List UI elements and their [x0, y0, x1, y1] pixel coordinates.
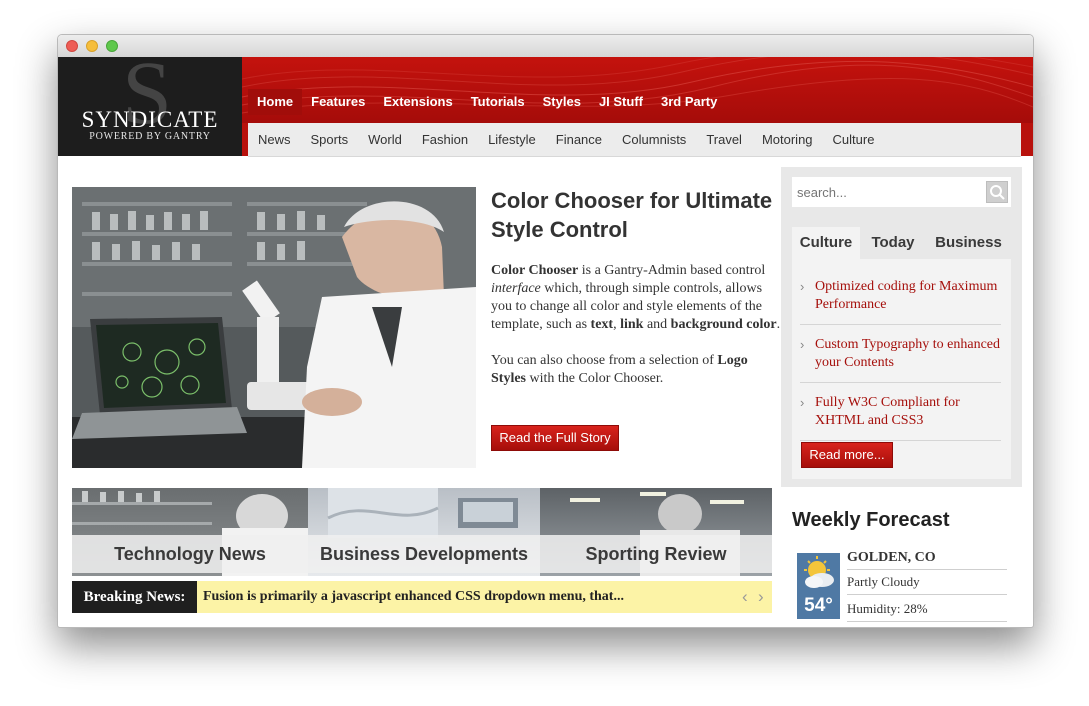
browser-window: S SYNDICATE POWERED BY GANTRY Home Featu… — [57, 34, 1034, 628]
breaking-news-headline[interactable]: Fusion is primarily a javascript enhance… — [203, 581, 624, 613]
site-logo[interactable]: S SYNDICATE POWERED BY GANTRY — [58, 57, 242, 156]
search-box — [792, 177, 1011, 207]
culture-item-2[interactable]: › Custom Typography to enhanced your Con… — [800, 336, 1001, 383]
window-titlebar — [58, 35, 1033, 58]
culture-item-3[interactable]: › Fully W3C Compliant for XHTML and CSS3 — [800, 394, 1001, 441]
search-button[interactable] — [986, 181, 1008, 203]
subnav-world[interactable]: World — [358, 123, 412, 156]
weather-humidity: Humidity: 28% — [847, 599, 1007, 622]
subnav-fashion[interactable]: Fashion — [412, 123, 478, 156]
read-full-story-button[interactable]: Read the Full Story — [491, 425, 619, 451]
chevron-right-icon: › — [800, 337, 805, 352]
chevron-right-icon: › — [800, 279, 805, 294]
feature-body: Color Chooser is a Gantry-Admin based co… — [491, 262, 781, 406]
showcase-business-developments[interactable]: Business Developments — [308, 535, 540, 573]
subnav-columnists[interactable]: Columnists — [612, 123, 696, 156]
ticker-next-icon[interactable]: › — [758, 581, 764, 613]
showcase-technology-news[interactable]: Technology News — [72, 535, 308, 573]
close-window-button[interactable] — [66, 40, 78, 52]
sub-nav: News Sports World Fashion Lifestyle Fina… — [248, 123, 1021, 157]
logo-name: SYNDICATE — [81, 107, 219, 132]
feature-image[interactable] — [72, 187, 476, 468]
subnav-sports[interactable]: Sports — [301, 123, 359, 156]
tab-culture[interactable]: Culture — [792, 227, 860, 259]
weather-location: GOLDEN, CO — [847, 550, 1007, 570]
nav-ji-stuff[interactable]: JI Stuff — [590, 89, 652, 115]
partly-cloudy-icon — [804, 556, 834, 588]
nav-styles[interactable]: Styles — [534, 89, 590, 115]
weather-title: Weekly Forecast — [792, 509, 950, 531]
subnav-lifestyle[interactable]: Lifestyle — [478, 123, 546, 156]
breaking-news-label: Breaking News: — [72, 581, 197, 613]
feature-paragraph-1: Color Chooser is a Gantry-Admin based co… — [491, 263, 781, 332]
subnav-motoring[interactable]: Motoring — [752, 123, 823, 156]
chevron-right-icon: › — [800, 395, 805, 410]
search-input[interactable] — [792, 177, 980, 207]
subnav-finance[interactable]: Finance — [546, 123, 612, 156]
showcase-strip: Technology News Business Developments Sp… — [72, 488, 772, 576]
subnav-travel[interactable]: Travel — [696, 123, 752, 156]
subnav-culture[interactable]: Culture — [823, 123, 885, 156]
nav-3rd-party[interactable]: 3rd Party — [652, 89, 726, 115]
weather-condition: Partly Cloudy — [847, 572, 1007, 595]
scientist-microscope-image — [72, 187, 476, 468]
logo-tagline: POWERED BY GANTRY — [89, 131, 211, 142]
tab-today[interactable]: Today — [860, 227, 926, 259]
weather-temperature: 54° — [804, 595, 833, 616]
main-nav: Home Features Extensions Tutorials Style… — [248, 89, 726, 115]
feature-title[interactable]: Color Chooser for Ultimate Style Control — [491, 186, 781, 244]
nav-home[interactable]: Home — [248, 89, 303, 115]
nav-features[interactable]: Features — [302, 89, 374, 115]
subnav-news[interactable]: News — [248, 123, 301, 156]
culture-item-1[interactable]: › Optimized coding for Maximum Performan… — [800, 278, 1001, 325]
nav-extensions[interactable]: Extensions — [374, 89, 461, 115]
search-icon — [990, 185, 1005, 200]
feature-paragraph-2: You can also choose from a selection of … — [491, 353, 748, 386]
read-more-button[interactable]: Read more... — [801, 442, 893, 468]
nav-tutorials[interactable]: Tutorials — [462, 89, 534, 115]
zoom-window-button[interactable] — [106, 40, 118, 52]
showcase-sporting-review[interactable]: Sporting Review — [540, 535, 772, 573]
ticker-prev-icon[interactable]: ‹ — [742, 581, 748, 613]
tab-business[interactable]: Business — [926, 227, 1011, 259]
minimize-window-button[interactable] — [86, 40, 98, 52]
breaking-news-ticker: Breaking News: Fusion is primarily a jav… — [72, 581, 772, 613]
